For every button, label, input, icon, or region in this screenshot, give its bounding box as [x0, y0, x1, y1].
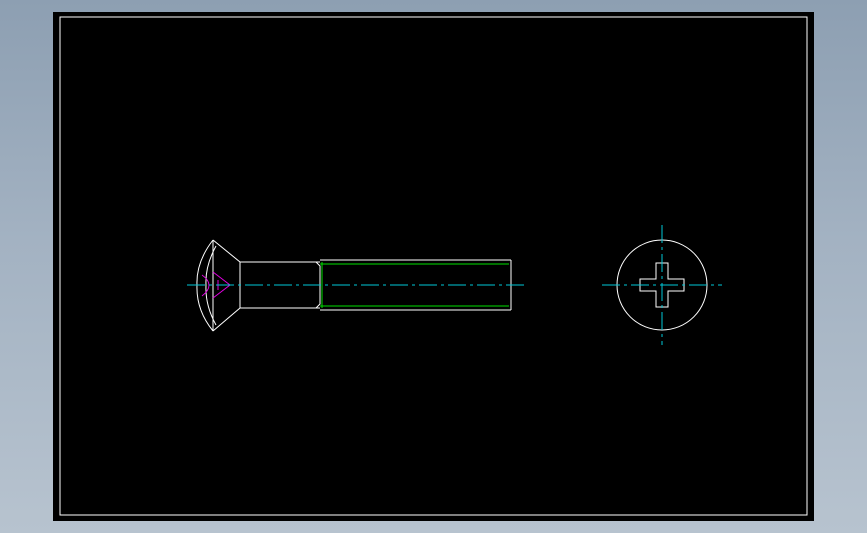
screw-side-view — [187, 239, 524, 332]
screw-head-end-view — [602, 225, 722, 345]
cad-drawing[interactable] — [0, 0, 867, 533]
sheet-border — [59, 16, 808, 516]
